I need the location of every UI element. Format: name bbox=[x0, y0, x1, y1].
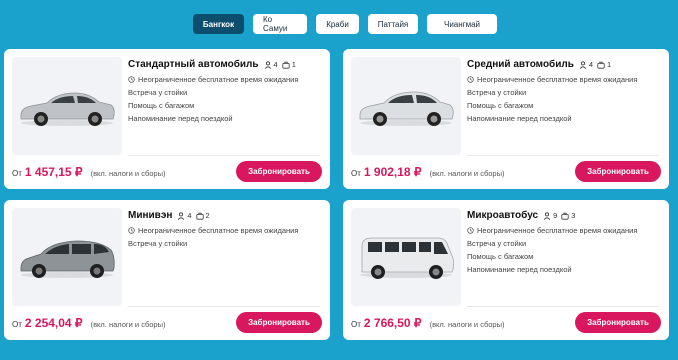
suitcase-icon bbox=[597, 61, 605, 69]
luggage-count: 1 bbox=[607, 60, 612, 69]
passenger-capacity: 9 3 bbox=[543, 211, 575, 220]
passenger-capacity: 4 2 bbox=[177, 211, 210, 220]
price-block: От 2 766,50 ₽ (вкл. налоги и сборы) bbox=[351, 316, 504, 330]
feature-item: Неограниченное бесплатное время ожидания bbox=[128, 73, 298, 86]
passenger-count: 4 bbox=[273, 60, 278, 69]
luggage-count: 1 bbox=[291, 60, 296, 69]
person-icon bbox=[178, 211, 185, 220]
feature-item: Встреча у стойки bbox=[467, 88, 527, 97]
price-note: (вкл. налоги и сборы) bbox=[90, 320, 166, 329]
transfer-card-microbus: Микроавтобус 9 3 Неограниченное бесплатн… bbox=[343, 200, 669, 340]
vehicle-name: Минивэн bbox=[128, 210, 173, 221]
suitcase-icon bbox=[195, 212, 204, 220]
feature-item: Напоминание перед поездкой bbox=[467, 265, 572, 274]
price-block: От 2 254,04 ₽ (вкл. налоги и сборы) bbox=[12, 316, 165, 330]
tab-krabi[interactable]: Краби bbox=[316, 14, 359, 34]
feature-item: Напоминание перед поездкой bbox=[467, 114, 572, 123]
feature-list: Неограниченное бесплатное время ожидания… bbox=[467, 73, 637, 125]
clock-icon bbox=[128, 76, 135, 83]
feature-list: Неограниченное бесплатное время ожидания… bbox=[128, 224, 298, 250]
tab-ko-samui[interactable]: Ко Самуи bbox=[253, 14, 307, 34]
transfer-card-standard: Стандартный автомобиль 4 1 Неограниченно… bbox=[4, 49, 330, 189]
passenger-capacity: 4 1 bbox=[579, 60, 611, 69]
feature-item: Неограниченное бесплатное время ожидания bbox=[467, 224, 637, 237]
car-photo bbox=[351, 208, 461, 306]
feature-item: Напоминание перед поездкой bbox=[128, 114, 233, 123]
clock-icon bbox=[467, 76, 474, 83]
divider bbox=[467, 306, 659, 307]
feature-item: Неограниченное бесплатное время ожидания bbox=[128, 224, 298, 237]
passenger-capacity: 4 1 bbox=[264, 60, 296, 69]
book-button[interactable]: Забронировать bbox=[575, 161, 661, 182]
feature-list: Неограниченное бесплатное время ожидания… bbox=[467, 224, 637, 276]
car-photo bbox=[12, 208, 122, 306]
person-icon bbox=[579, 60, 586, 69]
book-button[interactable]: Забронировать bbox=[236, 161, 322, 182]
feature-item: Встреча у стойки bbox=[128, 239, 188, 248]
price-amount: 1 902,18 ₽ bbox=[363, 165, 422, 179]
clock-icon bbox=[467, 227, 474, 234]
vehicle-name: Микроавтобус bbox=[467, 210, 539, 221]
book-button[interactable]: Забронировать bbox=[236, 312, 322, 333]
minivan-image bbox=[20, 240, 115, 278]
sedan-image bbox=[20, 92, 115, 126]
price-prefix: От bbox=[12, 320, 22, 329]
feature-list: Неограниченное бесплатное время ожидания… bbox=[128, 73, 298, 125]
price-prefix: От bbox=[351, 320, 361, 329]
transfer-card-mid: Средний автомобиль 4 1 Неограниченное бе… bbox=[343, 49, 669, 189]
feature-item: Встреча у стойки bbox=[128, 88, 188, 97]
person-icon bbox=[264, 60, 271, 69]
price-note: (вкл. налоги и сборы) bbox=[429, 320, 505, 329]
suitcase-icon bbox=[282, 61, 290, 69]
tab-chiang-mai[interactable]: Чиангмай bbox=[427, 14, 497, 34]
price-amount: 2 766,50 ₽ bbox=[363, 316, 422, 330]
sedan-image bbox=[359, 91, 454, 126]
luggage-count: 2 bbox=[205, 211, 210, 220]
feature-item: Помощь с багажом bbox=[467, 252, 534, 261]
book-button[interactable]: Забронировать bbox=[575, 312, 661, 333]
passenger-count: 4 bbox=[588, 60, 594, 69]
price-note: (вкл. налоги и сборы) bbox=[429, 169, 505, 178]
passenger-count: 4 bbox=[187, 211, 192, 220]
luggage-count: 3 bbox=[571, 211, 576, 220]
city-tabs: Бангкок Ко Самуи Краби Паттайя Чиангмай bbox=[193, 14, 497, 34]
car-photo bbox=[12, 57, 122, 155]
price-block: От 1 457,15 ₽ (вкл. налоги и сборы) bbox=[12, 165, 165, 179]
microbus-image bbox=[360, 237, 454, 279]
feature-item: Помощь с багажом bbox=[128, 101, 195, 110]
divider bbox=[128, 155, 320, 156]
feature-item: Встреча у стойки bbox=[467, 239, 527, 248]
person-icon bbox=[543, 211, 551, 220]
car-photo bbox=[351, 57, 461, 155]
vehicle-name: Стандартный автомобиль bbox=[128, 59, 259, 70]
tab-pattaya[interactable]: Паттайя bbox=[368, 14, 418, 34]
divider bbox=[467, 155, 659, 156]
clock-icon bbox=[128, 227, 135, 234]
price-amount: 1 457,15 ₽ bbox=[24, 165, 83, 179]
vehicle-name: Средний автомобиль bbox=[467, 59, 574, 70]
price-note: (вкл. налоги и сборы) bbox=[90, 169, 166, 178]
passenger-count: 9 bbox=[553, 211, 558, 220]
divider bbox=[128, 306, 320, 307]
feature-item: Неограниченное бесплатное время ожидания bbox=[467, 73, 637, 86]
feature-item: Помощь с багажом bbox=[467, 101, 534, 110]
transfer-card-minivan: Минивэн 4 2 Неограниченное бесплатное вр… bbox=[4, 200, 330, 340]
price-prefix: От bbox=[351, 169, 361, 178]
price-prefix: От bbox=[12, 169, 22, 178]
suitcase-icon bbox=[561, 212, 569, 220]
price-block: От 1 902,18 ₽ (вкл. налоги и сборы) bbox=[351, 165, 504, 179]
tab-bangkok[interactable]: Бангкок bbox=[193, 14, 244, 34]
price-amount: 2 254,04 ₽ bbox=[24, 316, 83, 330]
